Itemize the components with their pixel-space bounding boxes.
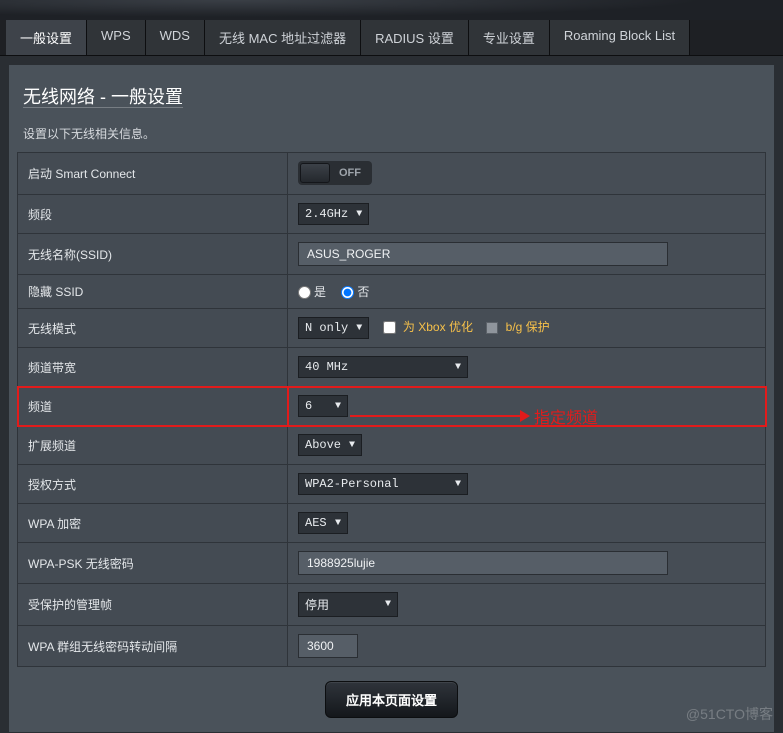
input-gtk-interval[interactable] xyxy=(298,634,358,658)
label-smart-connect: 启动 Smart Connect xyxy=(18,153,288,195)
label-gtk-interval: WPA 群组无线密码转动间隔 xyxy=(18,626,288,667)
tab-wds[interactable]: WDS xyxy=(146,20,205,55)
chevron-down-icon: ▼ xyxy=(327,401,341,412)
select-auth-method[interactable]: WPA2-Personal ▼ xyxy=(298,473,468,495)
tab-roaming-block[interactable]: Roaming Block List xyxy=(550,20,690,55)
input-wpa-psk[interactable] xyxy=(298,551,668,575)
select-band[interactable]: 2.4GHz ▼ xyxy=(298,203,369,225)
label-channel: 频道 xyxy=(18,387,288,426)
label-wpa-encryption: WPA 加密 xyxy=(18,504,288,543)
watermark: @51CTO博客 xyxy=(686,704,773,724)
select-channel-value: 6 xyxy=(305,399,312,413)
label-bandwidth: 频道带宽 xyxy=(18,348,288,387)
select-ext-channel[interactable]: Above ▼ xyxy=(298,434,362,456)
toggle-state-label: OFF xyxy=(330,167,370,179)
select-bandwidth-value: 40 MHz xyxy=(305,360,348,374)
panel-title: 无线网络 - 一般设置 xyxy=(17,73,766,121)
select-bandwidth[interactable]: 40 MHz ▼ xyxy=(298,356,468,378)
checkbox-bg-protect[interactable] xyxy=(486,322,498,334)
select-auth-value: WPA2-Personal xyxy=(305,477,399,491)
tab-general[interactable]: 一般设置 xyxy=(6,20,87,55)
select-wpa-encryption[interactable]: AES ▼ xyxy=(298,512,348,534)
label-ext-channel: 扩展频道 xyxy=(18,426,288,465)
select-pmf-value: 停用 xyxy=(305,596,329,613)
settings-panel: 无线网络 - 一般设置 设置以下无线相关信息。 启动 Smart Connect… xyxy=(8,64,775,733)
label-auth-method: 授权方式 xyxy=(18,465,288,504)
select-wpa-enc-value: AES xyxy=(305,516,327,530)
select-ext-channel-value: Above xyxy=(305,438,341,452)
chevron-down-icon: ▼ xyxy=(447,362,461,373)
radio-yes-label: 是 xyxy=(314,285,326,299)
label-hide-ssid: 隐藏 SSID xyxy=(18,275,288,309)
select-mode-value: N only xyxy=(305,321,348,335)
select-pmf[interactable]: 停用 ▼ xyxy=(298,592,398,617)
chevron-down-icon: ▼ xyxy=(348,323,362,334)
radio-no-label: 否 xyxy=(357,285,369,299)
select-band-value: 2.4GHz xyxy=(305,207,348,221)
tab-wps[interactable]: WPS xyxy=(87,20,146,55)
chevron-down-icon: ▼ xyxy=(348,209,362,220)
radio-group-hide-ssid: 是 否 xyxy=(298,285,381,299)
tab-radius[interactable]: RADIUS 设置 xyxy=(361,20,469,55)
apply-button[interactable]: 应用本页面设置 xyxy=(325,681,458,718)
select-wireless-mode[interactable]: N only ▼ xyxy=(298,317,369,339)
settings-form: 启动 Smart Connect OFF 频段 2.4GHz ▼ 无线名称(SS… xyxy=(17,152,766,667)
radio-hide-ssid-yes[interactable] xyxy=(298,286,311,299)
tab-professional[interactable]: 专业设置 xyxy=(469,20,550,55)
chevron-down-icon: ▼ xyxy=(327,518,341,529)
chevron-down-icon: ▼ xyxy=(447,479,461,490)
label-bg-protect: b/g 保护 xyxy=(506,320,550,334)
toggle-smart-connect[interactable]: OFF xyxy=(298,161,372,185)
label-band: 频段 xyxy=(18,195,288,234)
chevron-down-icon: ▼ xyxy=(341,440,355,451)
label-ssid: 无线名称(SSID) xyxy=(18,234,288,275)
label-wireless-mode: 无线模式 xyxy=(18,309,288,348)
label-xbox-optimize: 为 Xbox 优化 xyxy=(403,320,473,334)
tab-mac-filter[interactable]: 无线 MAC 地址过滤器 xyxy=(205,20,361,55)
radio-hide-ssid-no[interactable] xyxy=(341,286,354,299)
input-ssid[interactable] xyxy=(298,242,668,266)
checkbox-xbox-optimize[interactable] xyxy=(383,321,396,334)
chevron-down-icon: ▼ xyxy=(377,599,391,610)
toggle-knob xyxy=(300,163,330,183)
panel-description: 设置以下无线相关信息。 xyxy=(17,121,766,152)
select-channel[interactable]: 6 ▼ xyxy=(298,395,348,417)
label-pmf: 受保护的管理帧 xyxy=(18,584,288,626)
tabs-bar: 一般设置 WPS WDS 无线 MAC 地址过滤器 RADIUS 设置 专业设置… xyxy=(0,20,783,56)
label-wpa-psk: WPA-PSK 无线密码 xyxy=(18,543,288,584)
